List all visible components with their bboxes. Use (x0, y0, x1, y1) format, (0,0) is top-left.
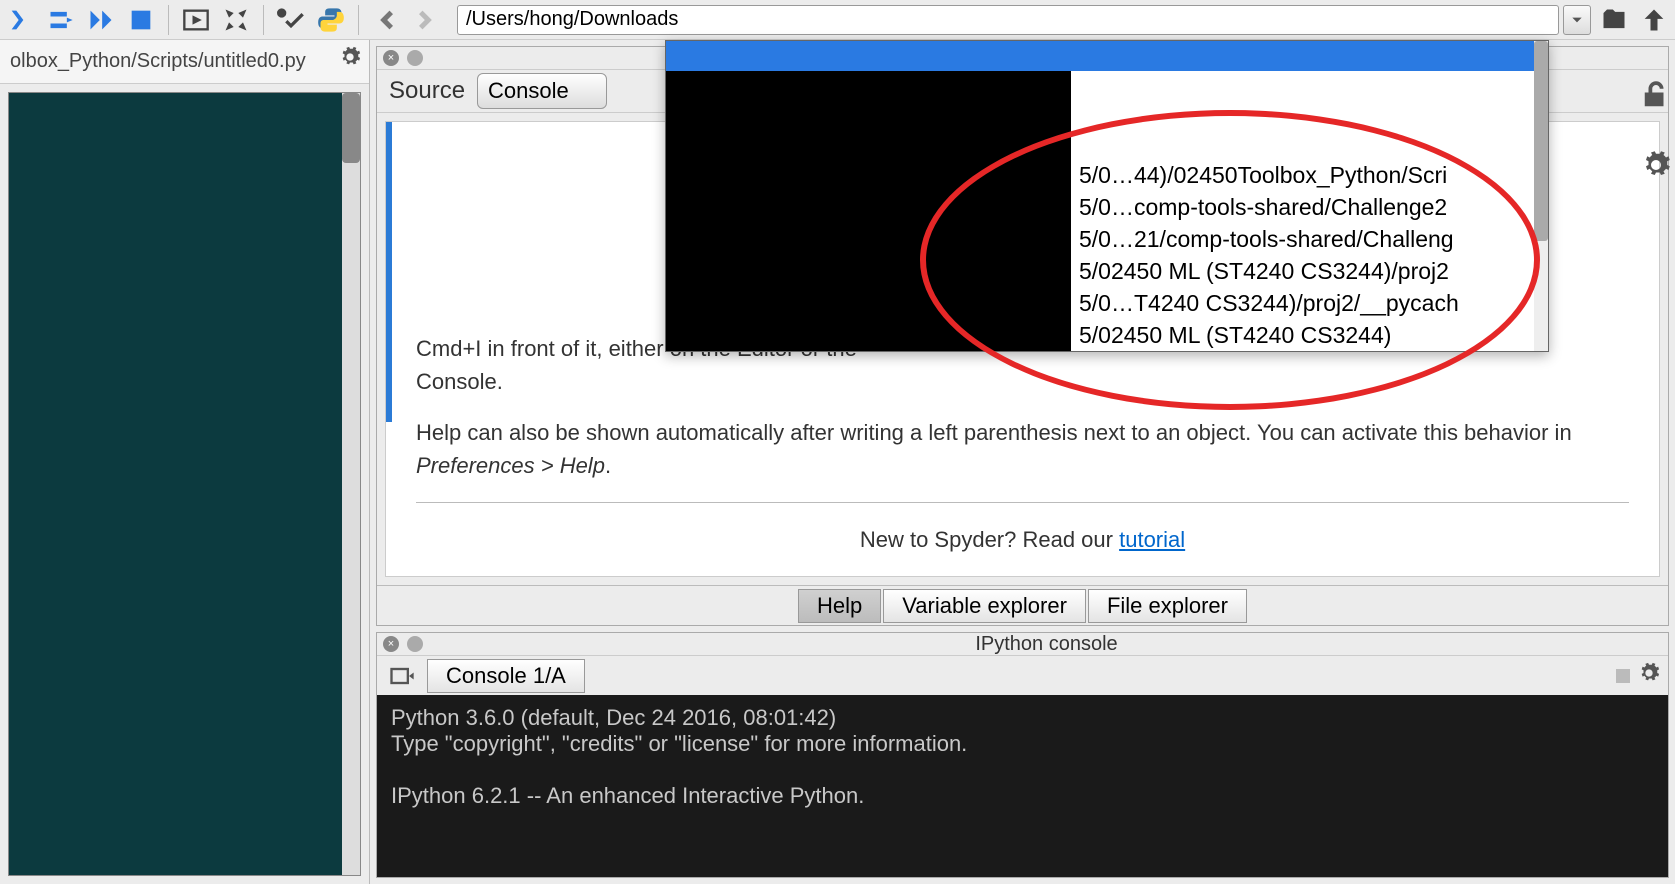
kernel-status-icon (1616, 669, 1630, 683)
gear-icon[interactable] (1641, 150, 1671, 180)
parent-dir-icon[interactable] (1637, 3, 1671, 37)
restore-icon[interactable] (407, 636, 423, 652)
dropdown-item[interactable]: 5/02450 ML (ST4240 CS3244)/proj2 (1079, 255, 1459, 287)
tutorial-link[interactable]: tutorial (1119, 527, 1185, 552)
run-cell-icon[interactable] (179, 3, 213, 37)
dropdown-item[interactable]: 5/02450 ML (ST4240 CS3244) (1079, 319, 1459, 351)
restore-icon[interactable] (407, 50, 423, 66)
tab-file-explorer[interactable]: File explorer (1088, 589, 1247, 623)
forward-icon[interactable] (409, 3, 443, 37)
continue-icon[interactable] (84, 3, 118, 37)
main-toolbar (0, 0, 1675, 40)
dropdown-item[interactable]: 5/0…comp-tools-shared/Challenge2 (1079, 191, 1459, 223)
redacted-region (666, 71, 1071, 351)
step-over-icon[interactable] (4, 3, 38, 37)
source-select[interactable]: Console (477, 73, 607, 109)
close-icon[interactable]: × (383, 50, 399, 66)
dropdown-item[interactable]: 5/0…T4240 CS3244)/proj2/__pycach (1079, 287, 1459, 319)
lock-icon[interactable] (1641, 80, 1671, 110)
python-icon[interactable] (314, 3, 348, 37)
working-dir-history-dropdown: 5/0…44)/02450Toolbox_Python/Scri 5/0…com… (665, 40, 1549, 352)
browse-dir-icon[interactable] (1597, 3, 1631, 37)
maximize-pane-icon[interactable] (219, 3, 253, 37)
step-into-icon[interactable] (44, 3, 78, 37)
file-tab[interactable]: olbox_Python/Scripts/untitled0.py (0, 40, 369, 84)
working-dir-dropdown-icon[interactable] (1563, 5, 1591, 35)
console-options-icon[interactable] (1638, 662, 1660, 689)
dropdown-item[interactable]: 5/0…44)/02450Toolbox_Python/Scri (1079, 159, 1459, 191)
console-tab[interactable]: Console 1/A (427, 659, 585, 693)
console-output[interactable]: Python 3.6.0 (default, Dec 24 2016, 08:0… (377, 695, 1668, 877)
editor-column: olbox_Python/Scripts/untitled0.py (0, 40, 370, 884)
editor-scrollbar[interactable] (342, 93, 360, 875)
code-editor[interactable] (8, 92, 361, 876)
tab-variable-explorer[interactable]: Variable explorer (883, 589, 1086, 623)
source-label: Source (389, 77, 465, 105)
console-pane: × IPython console Console 1/A Python 3.6… (376, 632, 1669, 878)
stop-icon[interactable] (124, 3, 158, 37)
editor-options-icon[interactable] (339, 46, 361, 74)
close-icon[interactable]: × (383, 636, 399, 652)
browse-console-icon[interactable] (385, 659, 419, 693)
back-icon[interactable] (369, 3, 403, 37)
dropdown-scrollbar[interactable] (1534, 41, 1548, 351)
tab-help[interactable]: Help (798, 589, 881, 623)
preferences-icon[interactable] (274, 3, 308, 37)
dropdown-item[interactable]: 5/0…21/comp-tools-shared/Challeng (1079, 223, 1459, 255)
dropdown-selected-item[interactable] (666, 41, 1548, 71)
source-select-value: Console (488, 78, 569, 104)
working-dir-input[interactable] (457, 5, 1559, 35)
file-tab-label: olbox_Python/Scripts/untitled0.py (10, 50, 306, 73)
